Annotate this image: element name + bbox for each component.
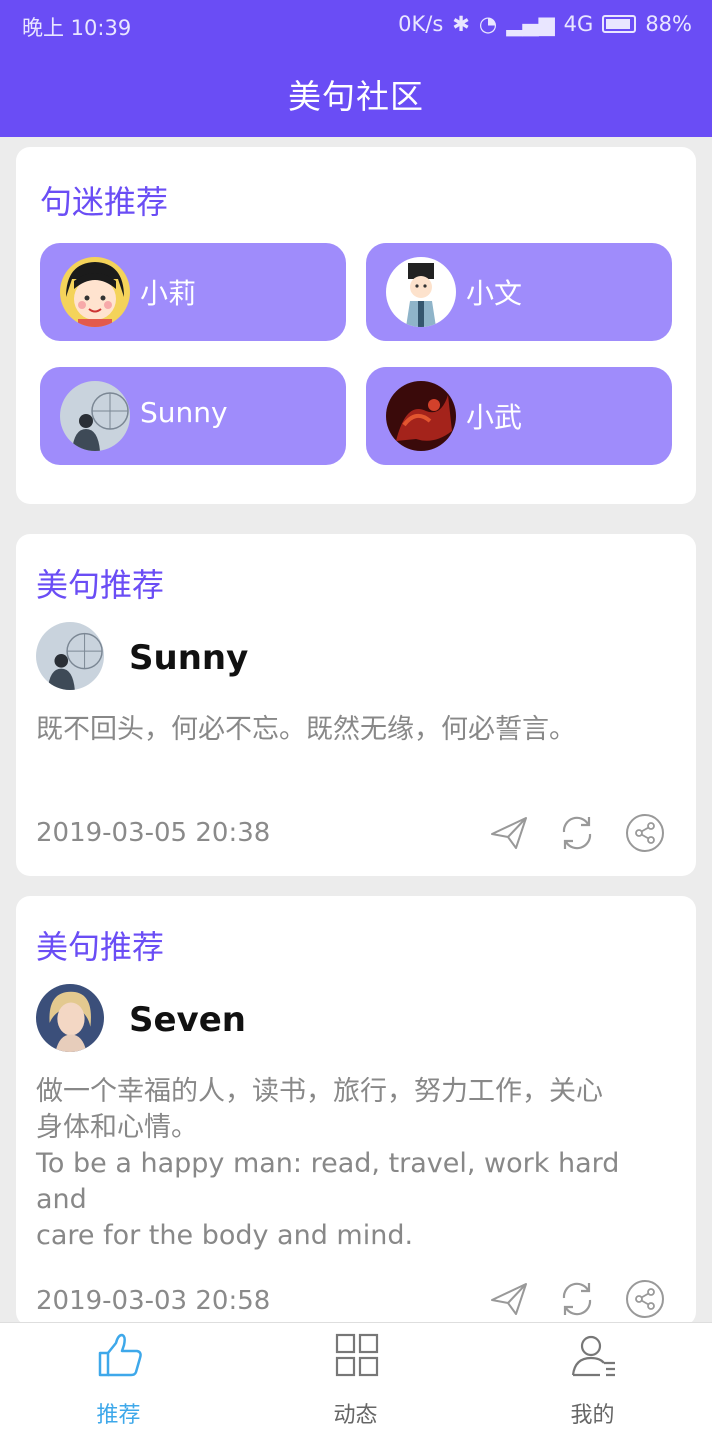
tab-mine[interactable]: 我的 (474, 1323, 711, 1433)
post-author: Sunny (129, 638, 249, 678)
network-type: 4G (563, 12, 594, 36)
network-speed: 0K/s (398, 12, 444, 36)
share-icon[interactable] (624, 1278, 666, 1320)
fan-name: Sunny (140, 396, 228, 429)
tab-label: 动态 (333, 1403, 378, 1428)
battery-icon (602, 15, 637, 33)
fan-name: 小莉 (140, 277, 197, 310)
share-icon[interactable] (624, 812, 666, 854)
post-section-title: 美句推荐 (36, 566, 165, 604)
wifi-icon: ◔ (478, 12, 498, 36)
post-text: 做一个幸福的人，读书，旅行，努力工作，关心 身体和心情。 To be a hap… (36, 1074, 676, 1254)
post-text-line: 做一个幸福的人，读书，旅行，努力工作，关心 (36, 1076, 603, 1107)
post-date: 2019-03-03 20:58 (36, 1286, 271, 1316)
fans-card: 句迷推荐 小莉 小文 Sunny 小武 (16, 147, 696, 504)
avatar (60, 381, 130, 451)
avatar (386, 257, 456, 327)
bluetooth-icon: ✱ (452, 12, 470, 36)
grid-icon (333, 1331, 381, 1379)
tab-label: 我的 (570, 1403, 615, 1428)
repost-icon[interactable] (556, 812, 598, 854)
status-bar: 晚上 10:39 0K/s ✱ ◔ ▂▄▆ 4G 88% (0, 0, 712, 50)
fan-name: 小武 (466, 401, 523, 434)
post-text-line: 身体和心情。 (36, 1112, 198, 1143)
post-card[interactable]: 美句推荐 Seven 做一个幸福的人，读书，旅行，努力工作，关心 身体和心情。 … (16, 896, 696, 1326)
post-text-line: To be a happy man: read, travel, work ha… (36, 1148, 620, 1215)
fan-name: 小文 (466, 277, 523, 310)
status-indicators: 0K/s ✱ ◔ ▂▄▆ 4G 88% (398, 12, 692, 36)
app-bar: 美句社区 (0, 50, 712, 137)
send-icon[interactable] (488, 1278, 530, 1320)
fans-section-title: 句迷推荐 (40, 183, 169, 221)
user-list-icon (570, 1331, 618, 1379)
post-section-title: 美句推荐 (36, 928, 165, 966)
tab-recommend[interactable]: 推荐 (0, 1323, 237, 1433)
battery-level: 88% (645, 12, 692, 36)
avatar[interactable] (36, 984, 104, 1052)
tab-moments[interactable]: 动态 (237, 1323, 474, 1433)
post-card[interactable]: 美句推荐 Sunny 既不回头，何必不忘。既然无缘，何必誓言。 2019-03-… (16, 534, 696, 876)
fan-button-xiaoli[interactable]: 小莉 (40, 243, 346, 341)
send-icon[interactable] (488, 812, 530, 854)
post-author: Seven (129, 1000, 246, 1040)
fan-button-sunny[interactable]: Sunny (40, 367, 346, 465)
thumbs-up-icon (96, 1331, 144, 1379)
post-text-line: care for the body and mind. (36, 1220, 414, 1251)
avatar (386, 381, 456, 451)
page-title: 美句社区 (288, 76, 424, 116)
bottom-tab-bar: 推荐 动态 我的 (0, 1322, 712, 1433)
avatar[interactable] (36, 622, 104, 690)
avatar (60, 257, 130, 327)
fan-button-xiaowen[interactable]: 小文 (366, 243, 672, 341)
tab-label: 推荐 (96, 1403, 141, 1428)
post-text: 既不回头，何必不忘。既然无缘，何必誓言。 (36, 714, 576, 745)
signal-icon: ▂▄▆ (506, 12, 555, 36)
repost-icon[interactable] (556, 1278, 598, 1320)
post-date: 2019-03-05 20:38 (36, 818, 271, 848)
fan-button-xiaowu[interactable]: 小武 (366, 367, 672, 465)
status-time: 晚上 10:39 (22, 16, 132, 40)
